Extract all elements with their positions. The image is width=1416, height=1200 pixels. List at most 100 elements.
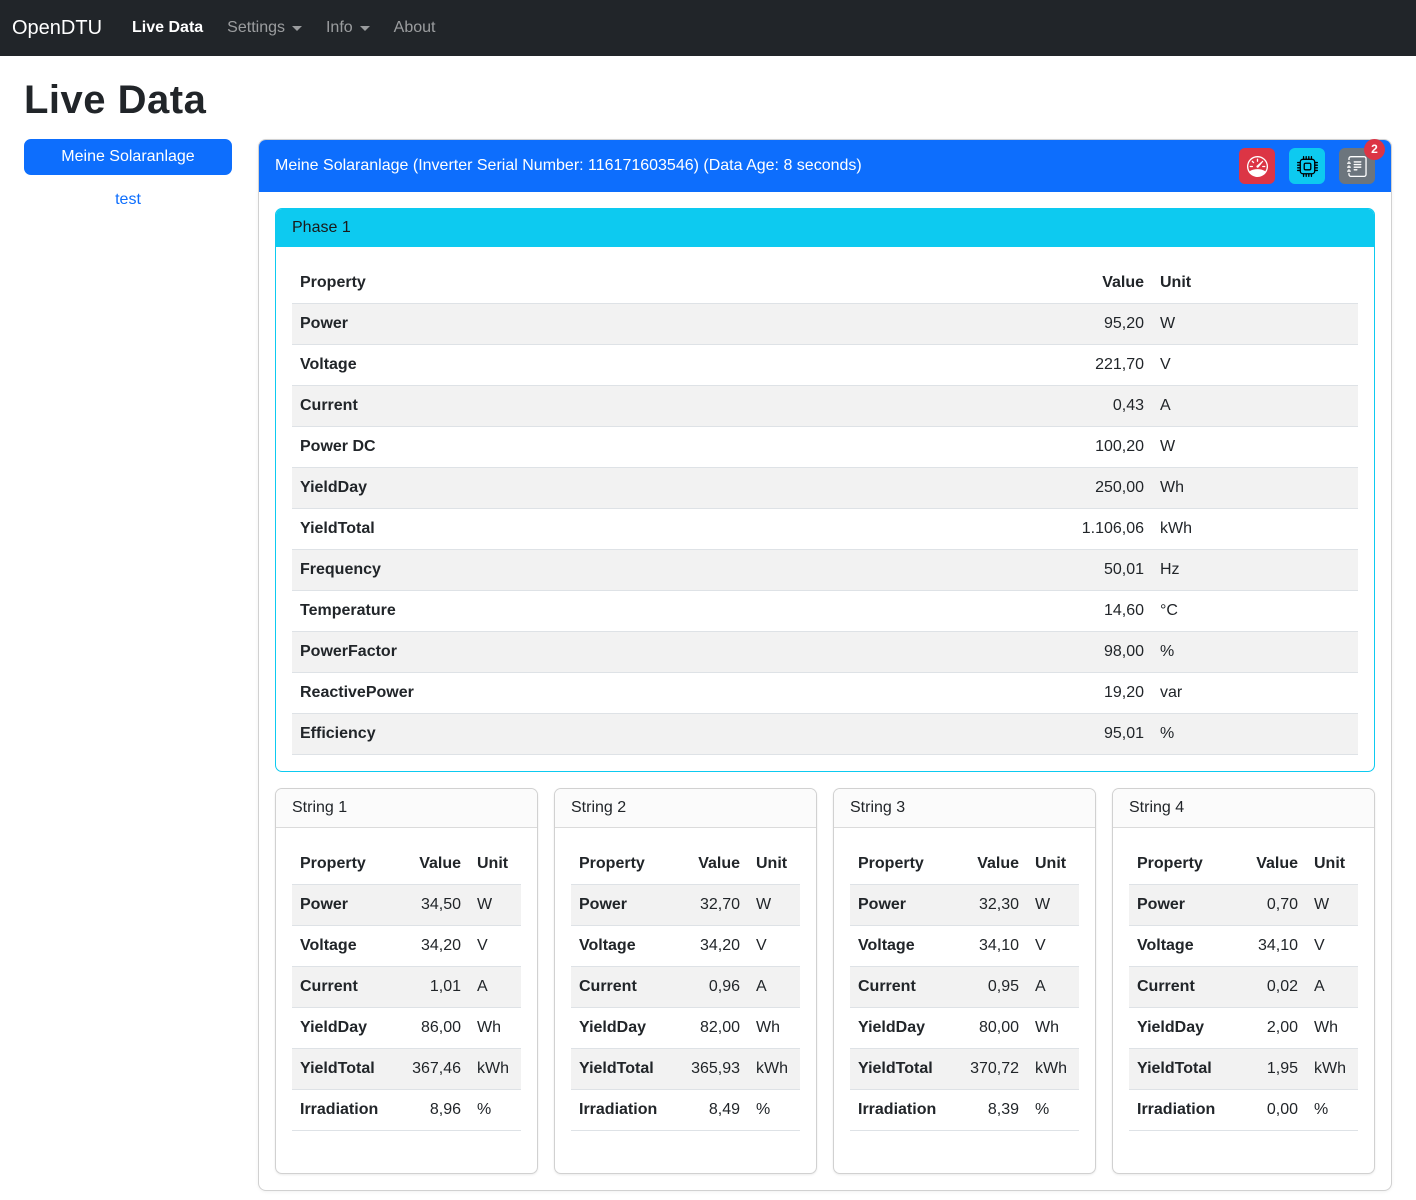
- value-cell: 370,72: [955, 1049, 1027, 1090]
- table-row: Current0,96A: [571, 967, 800, 1008]
- unit-cell: %: [1152, 714, 1358, 755]
- value-cell: 250,00: [1032, 468, 1152, 509]
- nav-item-live-data[interactable]: Live Data: [124, 11, 211, 45]
- property-cell: Current: [571, 967, 676, 1008]
- unit-cell: A: [1306, 967, 1358, 1008]
- limit-settings-button[interactable]: [1239, 148, 1275, 184]
- unit-cell: V: [1027, 926, 1079, 967]
- table-row: Power32,30W: [850, 885, 1079, 926]
- property-cell: ReactivePower: [292, 673, 1032, 714]
- brand-logo[interactable]: OpenDTU: [12, 17, 102, 40]
- string-card-body: Property Value Unit Power32,30WVoltage34…: [834, 828, 1095, 1173]
- table-row: Voltage34,20V: [571, 926, 800, 967]
- event-count-badge: 2: [1364, 139, 1385, 160]
- inverter-button-meine-solaranlage[interactable]: Meine Solaranlage: [24, 139, 232, 175]
- string-card-header: String 3: [834, 789, 1095, 828]
- string-table: Property Value Unit Power32,30WVoltage34…: [850, 844, 1079, 1131]
- property-cell: YieldDay: [571, 1008, 676, 1049]
- inverter-list: Meine Solaranlage test: [24, 139, 232, 209]
- table-row: Power95,20W: [292, 304, 1358, 345]
- property-cell: YieldDay: [292, 468, 1032, 509]
- value-cell: 0,95: [955, 967, 1027, 1008]
- table-row: YieldTotal367,46kWh: [292, 1049, 521, 1090]
- unit-cell: Wh: [1027, 1008, 1079, 1049]
- property-cell: Power: [571, 885, 676, 926]
- table-row: Irradiation0,00%: [1129, 1090, 1358, 1131]
- inverter-link-test[interactable]: test: [24, 191, 232, 209]
- table-row: Frequency50,01Hz: [292, 550, 1358, 591]
- value-cell: 100,20: [1032, 427, 1152, 468]
- chevron-down-icon: [292, 26, 302, 31]
- unit-cell: %: [1306, 1090, 1358, 1131]
- table-row: Power DC100,20W: [292, 427, 1358, 468]
- table-header-row: Property Value Unit: [850, 844, 1079, 885]
- value-cell: 1,95: [1234, 1049, 1306, 1090]
- property-cell: Irradiation: [571, 1090, 676, 1131]
- unit-cell: Wh: [748, 1008, 800, 1049]
- property-cell: YieldDay: [1129, 1008, 1234, 1049]
- unit-cell: %: [1027, 1090, 1079, 1131]
- table-header-row: Property Value Unit: [292, 844, 521, 885]
- table-row: Power0,70W: [1129, 885, 1358, 926]
- column-header-unit: Unit: [469, 844, 521, 885]
- unit-cell: V: [469, 926, 521, 967]
- string-card-header: String 4: [1113, 789, 1374, 828]
- property-cell: Current: [292, 967, 397, 1008]
- nav-item-info[interactable]: Info: [318, 11, 378, 45]
- unit-cell: W: [469, 885, 521, 926]
- table-header-row: Property Value Unit: [571, 844, 800, 885]
- table-row: Voltage34,10V: [1129, 926, 1358, 967]
- column-header-property: Property: [850, 844, 955, 885]
- value-cell: 80,00: [955, 1008, 1027, 1049]
- unit-cell: kWh: [1152, 509, 1358, 550]
- string-card: String 2 Property Value Unit Power32,70W…: [554, 788, 817, 1174]
- nav-item-about[interactable]: About: [386, 11, 444, 45]
- property-cell: Voltage: [850, 926, 955, 967]
- unit-cell: °C: [1152, 591, 1358, 632]
- property-cell: YieldTotal: [1129, 1049, 1234, 1090]
- property-cell: Power: [292, 885, 397, 926]
- value-cell: 8,96: [397, 1090, 469, 1131]
- column-header-unit: Unit: [1027, 844, 1079, 885]
- table-row: Power34,50W: [292, 885, 521, 926]
- property-cell: Current: [1129, 967, 1234, 1008]
- event-log-button[interactable]: 2: [1339, 148, 1375, 184]
- value-cell: 365,93: [676, 1049, 748, 1090]
- phase-card-body: Property Value Unit Power95,20WVoltage22…: [276, 247, 1374, 771]
- table-row: YieldDay80,00Wh: [850, 1008, 1079, 1049]
- speedometer-icon: [1247, 156, 1268, 177]
- property-cell: Irradiation: [850, 1090, 955, 1131]
- table-row: YieldTotal1,95kWh: [1129, 1049, 1358, 1090]
- property-cell: Voltage: [292, 345, 1032, 386]
- value-cell: 32,30: [955, 885, 1027, 926]
- nav-item-settings[interactable]: Settings: [219, 11, 310, 45]
- column-header-unit: Unit: [748, 844, 800, 885]
- string-table: Property Value Unit Power32,70WVoltage34…: [571, 844, 800, 1131]
- table-row: Irradiation8,96%: [292, 1090, 521, 1131]
- property-cell: Power: [850, 885, 955, 926]
- value-cell: 1,01: [397, 967, 469, 1008]
- table-row: YieldDay2,00Wh: [1129, 1008, 1358, 1049]
- value-cell: 34,20: [676, 926, 748, 967]
- value-cell: 8,49: [676, 1090, 748, 1131]
- inverter-panel: Meine Solaranlage (Inverter Serial Numbe…: [258, 139, 1392, 1191]
- device-info-button[interactable]: [1289, 148, 1325, 184]
- table-header-row: Property Value Unit: [1129, 844, 1358, 885]
- value-cell: 95,20: [1032, 304, 1152, 345]
- value-cell: 86,00: [397, 1008, 469, 1049]
- table-row: Power32,70W: [571, 885, 800, 926]
- column-header-property: Property: [292, 263, 1032, 304]
- property-cell: Voltage: [571, 926, 676, 967]
- value-cell: 221,70: [1032, 345, 1152, 386]
- inverter-panel-header: Meine Solaranlage (Inverter Serial Numbe…: [259, 140, 1391, 192]
- string-card-body: Property Value Unit Power32,70WVoltage34…: [555, 828, 816, 1173]
- property-cell: Irradiation: [1129, 1090, 1234, 1131]
- unit-cell: var: [1152, 673, 1358, 714]
- column-header-property: Property: [292, 844, 397, 885]
- unit-cell: V: [1152, 345, 1358, 386]
- unit-cell: %: [748, 1090, 800, 1131]
- property-cell: Power: [1129, 885, 1234, 926]
- unit-cell: V: [748, 926, 800, 967]
- unit-cell: A: [1152, 386, 1358, 427]
- property-cell: Current: [292, 386, 1032, 427]
